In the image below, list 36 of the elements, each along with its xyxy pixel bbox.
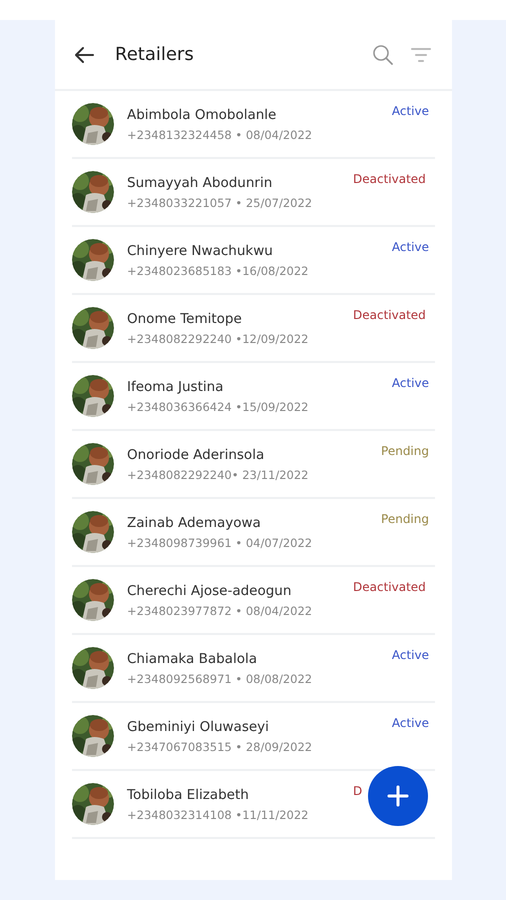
retailer-details: +2348023977872 • 08/04/2022 (127, 604, 312, 618)
status-label: Pending (381, 444, 429, 458)
retailer-name: Cherechi Ajose-adeogun (127, 582, 292, 598)
retailer-name: Gbeminiyi Oluwaseyi (127, 718, 269, 734)
retailer-details: +2348132324458 • 08/04/2022 (127, 128, 312, 142)
retailer-details: +2348098739961 • 04/07/2022 (127, 536, 312, 550)
retailer-details: +2348023685183 •16/08/2022 (127, 264, 308, 278)
retailer-name: Zainab Ademayowa (127, 514, 261, 530)
search-icon[interactable] (372, 44, 394, 66)
retailer-details: +2348032314108 •11/11/2022 (127, 808, 308, 822)
retailer-name: Onome Temitope (127, 310, 242, 326)
retailer-name: Sumayyah Abodunrin (127, 174, 272, 190)
status-label: Deactivated (353, 308, 426, 322)
retailer-name: Chiamaka Babalola (127, 650, 257, 666)
status-label: Active (392, 376, 429, 390)
retailer-details: +2348036366424 •15/09/2022 (127, 400, 308, 414)
retailer-details: +2347067083515 • 28/09/2022 (127, 740, 312, 754)
retailer-details: +2348082292240 •12/09/2022 (127, 332, 308, 346)
status-label: Pending (381, 512, 429, 526)
status-label: Deactivated (353, 172, 426, 186)
retailer-details: +2348033221057 • 25/07/2022 (127, 196, 312, 210)
status-label: Active (392, 240, 429, 254)
status-label: Active (392, 716, 429, 730)
page-title: Retailers (115, 44, 195, 65)
retailer-details: +2348092568971 • 08/08/2022 (127, 672, 312, 686)
retailer-name: Onoriode Aderinsola (127, 446, 264, 462)
status-label: Active (392, 104, 429, 118)
status-label: Active (392, 648, 429, 662)
retailer-name: Abimbola Omobolanle (127, 106, 276, 122)
status-label: D (353, 784, 362, 798)
plus-icon (386, 784, 410, 808)
retailer-name: Ifeoma Justina (127, 378, 224, 394)
retailer-details: +2348082292240• 23/11/2022 (127, 468, 308, 482)
retailer-name: Tobiloba Elizabeth (127, 786, 249, 802)
retailer-name: Chinyere Nwachukwu (127, 242, 273, 258)
status-label: Deactivated (353, 580, 426, 594)
